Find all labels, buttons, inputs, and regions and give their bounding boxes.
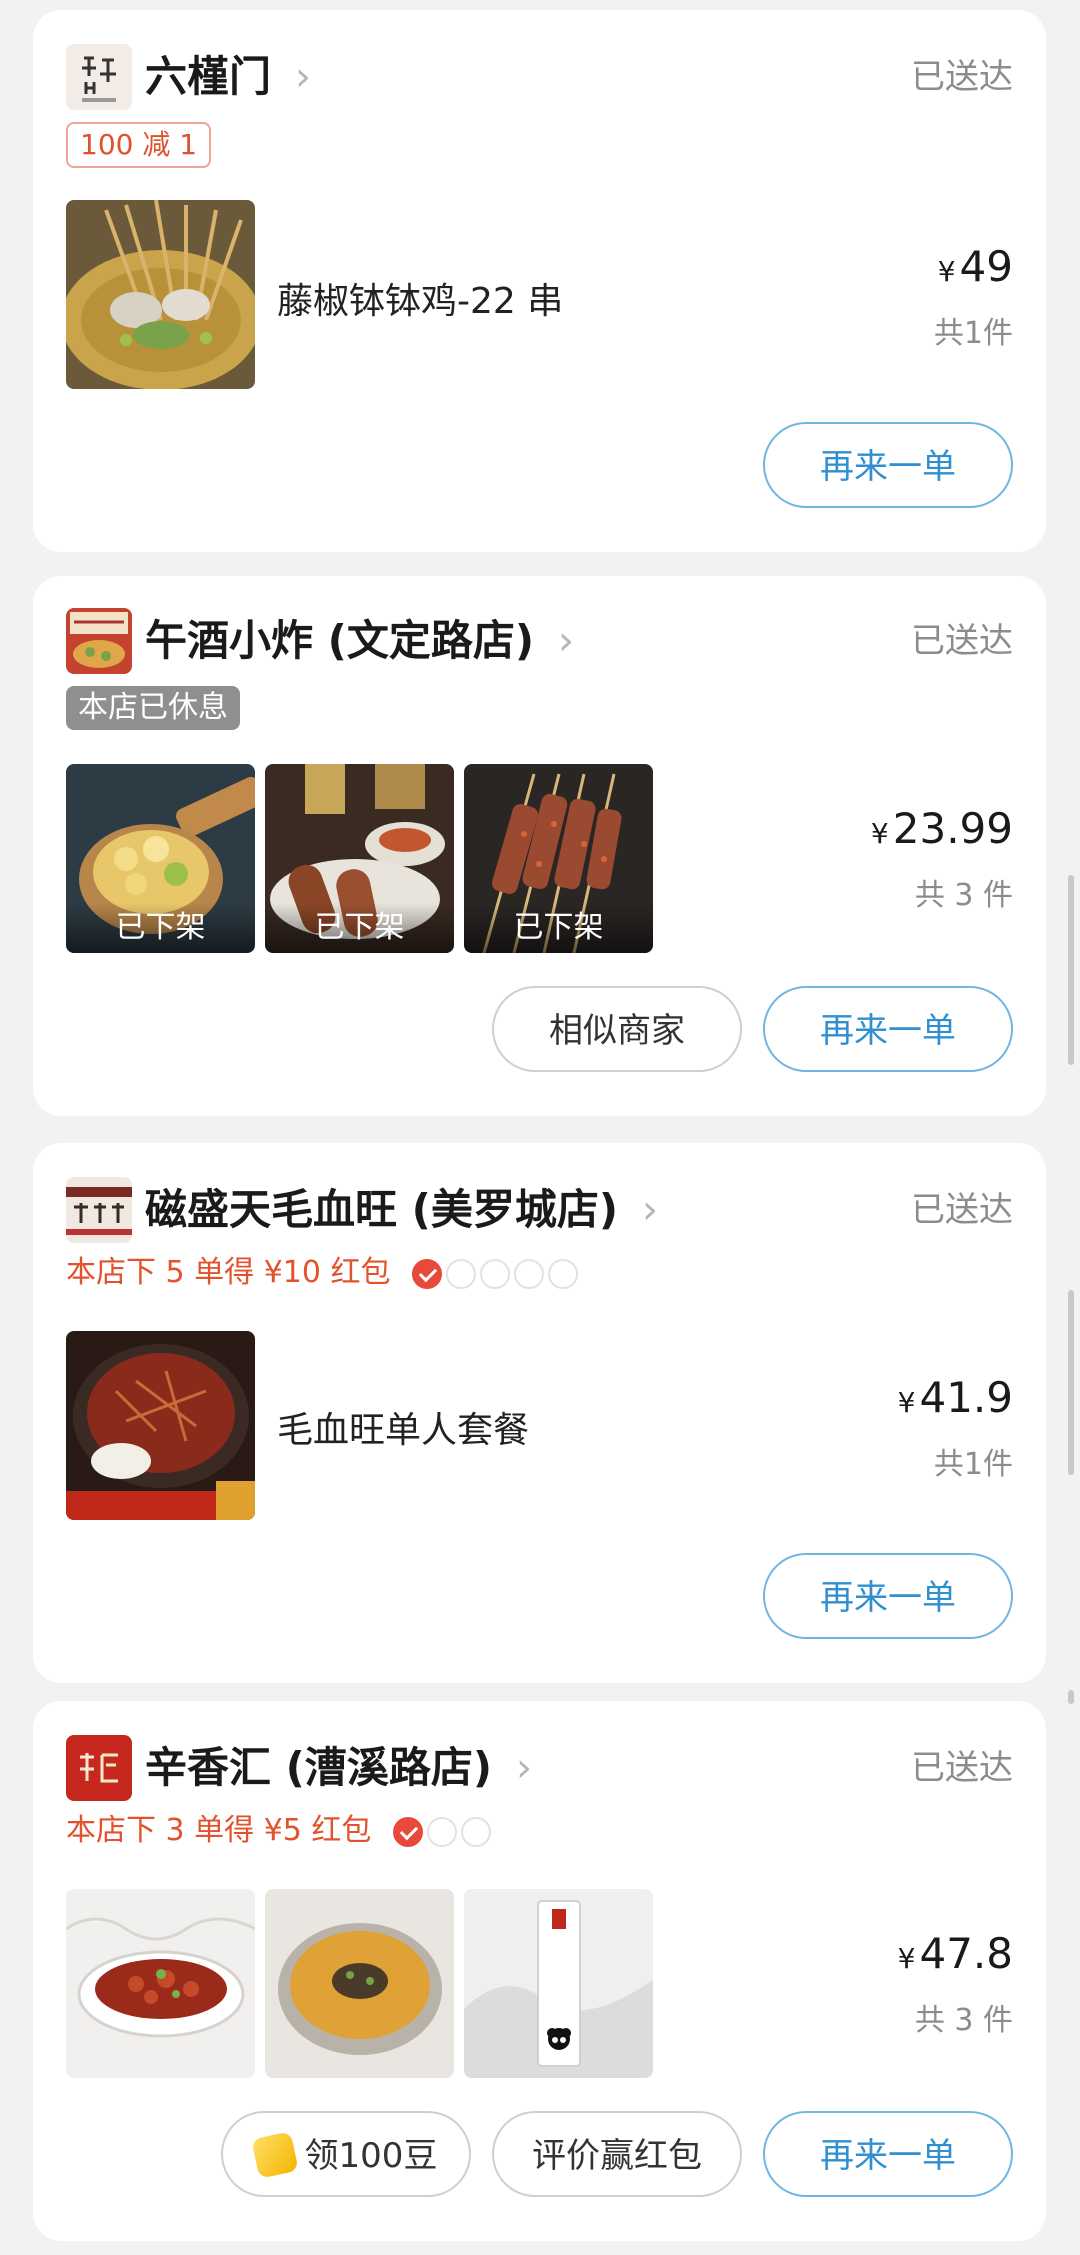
progress-dot bbox=[446, 1259, 477, 1289]
order-price: ¥23.99 bbox=[870, 804, 1013, 853]
check-icon bbox=[412, 1259, 443, 1289]
scrollbar[interactable] bbox=[1068, 1690, 1074, 1704]
delivery-status: 已送达 bbox=[911, 1190, 1013, 1230]
promo-text: 本店下 5 单得 ¥10 红包 bbox=[66, 1251, 582, 1296]
shop-name[interactable]: 辛香汇 (漕溪路店) › bbox=[145, 1735, 532, 1801]
reorder-button[interactable]: 再来一单 bbox=[763, 986, 1013, 1072]
promo-progress bbox=[392, 1810, 495, 1854]
order-price: ¥49 bbox=[937, 242, 1013, 291]
chevron-right-icon: › bbox=[516, 1745, 533, 1791]
promo-text: 本店下 3 单得 ¥5 红包 bbox=[66, 1809, 495, 1854]
order-price: ¥47.8 bbox=[897, 1929, 1013, 1978]
similar-shops-button[interactable]: 相似商家 bbox=[492, 986, 742, 1072]
chevron-right-icon: › bbox=[642, 1187, 659, 1233]
item-thumbnail[interactable]: 已下架 bbox=[265, 764, 454, 953]
order-card[interactable]: 辛香汇 (漕溪路店) › 已送达 本店下 3 单得 ¥5 红包 ¥47.8 共 … bbox=[33, 1701, 1046, 2241]
shop-logo[interactable] bbox=[66, 44, 132, 110]
delivery-status: 已送达 bbox=[911, 57, 1013, 97]
scrollbar[interactable] bbox=[1068, 875, 1074, 1065]
item-count: 共 3 件 bbox=[914, 878, 1013, 913]
claim-beans-button[interactable]: 领100豆 bbox=[221, 2111, 471, 2197]
reorder-button[interactable]: 再来一单 bbox=[763, 2111, 1013, 2197]
order-card[interactable]: 六槿门 › 已送达 100 减 1 藤椒钵钵鸡-22 串 ¥49 共1件 再来一单 bbox=[33, 10, 1046, 552]
review-button[interactable]: 评价赢红包 bbox=[492, 2111, 742, 2197]
item-thumbnail[interactable]: 已下架 bbox=[464, 764, 653, 953]
order-card[interactable]: 磁盛天毛血旺 (美罗城店) › 已送达 本店下 5 单得 ¥10 红包 毛血旺单人… bbox=[33, 1143, 1046, 1683]
item-thumbnail[interactable] bbox=[464, 1889, 653, 2078]
check-icon bbox=[392, 1817, 423, 1847]
discount-tag: 100 减 1 bbox=[66, 122, 212, 168]
shop-name[interactable]: 磁盛天毛血旺 (美罗城店) › bbox=[145, 1177, 658, 1243]
item-name: 藤椒钵钵鸡-22 串 bbox=[277, 281, 564, 322]
reorder-button[interactable]: 再来一单 bbox=[763, 422, 1013, 508]
item-thumbnail[interactable] bbox=[66, 1889, 255, 2078]
progress-dot bbox=[548, 1259, 579, 1289]
off-shelf-label: 已下架 bbox=[464, 903, 653, 953]
promo-progress bbox=[412, 1252, 582, 1296]
shop-name[interactable]: 午酒小炸 (文定路店) › bbox=[145, 608, 574, 674]
progress-dot bbox=[460, 1817, 491, 1847]
off-shelf-label: 已下架 bbox=[265, 903, 454, 953]
order-price: ¥41.9 bbox=[897, 1373, 1013, 1422]
closed-tag: 本店已休息 bbox=[66, 686, 240, 730]
item-count: 共1件 bbox=[933, 316, 1013, 351]
bean-icon bbox=[250, 2130, 299, 2179]
chevron-right-icon: › bbox=[558, 618, 575, 664]
item-name: 毛血旺单人套餐 bbox=[277, 1410, 530, 1451]
shop-logo[interactable] bbox=[66, 608, 132, 674]
reorder-button[interactable]: 再来一单 bbox=[763, 1553, 1013, 1639]
shop-logo[interactable] bbox=[66, 1177, 132, 1243]
chevron-right-icon: › bbox=[295, 54, 312, 100]
item-count: 共 3 件 bbox=[914, 2003, 1013, 2038]
shop-logo[interactable] bbox=[66, 1735, 132, 1801]
item-thumbnail[interactable] bbox=[66, 200, 255, 389]
item-thumbnail[interactable] bbox=[265, 1889, 454, 2078]
item-thumbnail[interactable] bbox=[66, 1331, 255, 1520]
progress-dot bbox=[514, 1259, 545, 1289]
shop-name[interactable]: 六槿门 › bbox=[145, 44, 311, 110]
delivery-status: 已送达 bbox=[911, 621, 1013, 661]
item-thumbnail[interactable]: 已下架 bbox=[66, 764, 255, 953]
progress-dot bbox=[480, 1259, 511, 1289]
progress-dot bbox=[426, 1817, 457, 1847]
scrollbar[interactable] bbox=[1068, 1290, 1074, 1475]
item-count: 共1件 bbox=[933, 1447, 1013, 1482]
off-shelf-label: 已下架 bbox=[66, 903, 255, 953]
delivery-status: 已送达 bbox=[911, 1748, 1013, 1788]
order-card[interactable]: 午酒小炸 (文定路店) › 已送达 本店已休息 已下架 已下架 已下架 ¥23.… bbox=[33, 576, 1046, 1116]
